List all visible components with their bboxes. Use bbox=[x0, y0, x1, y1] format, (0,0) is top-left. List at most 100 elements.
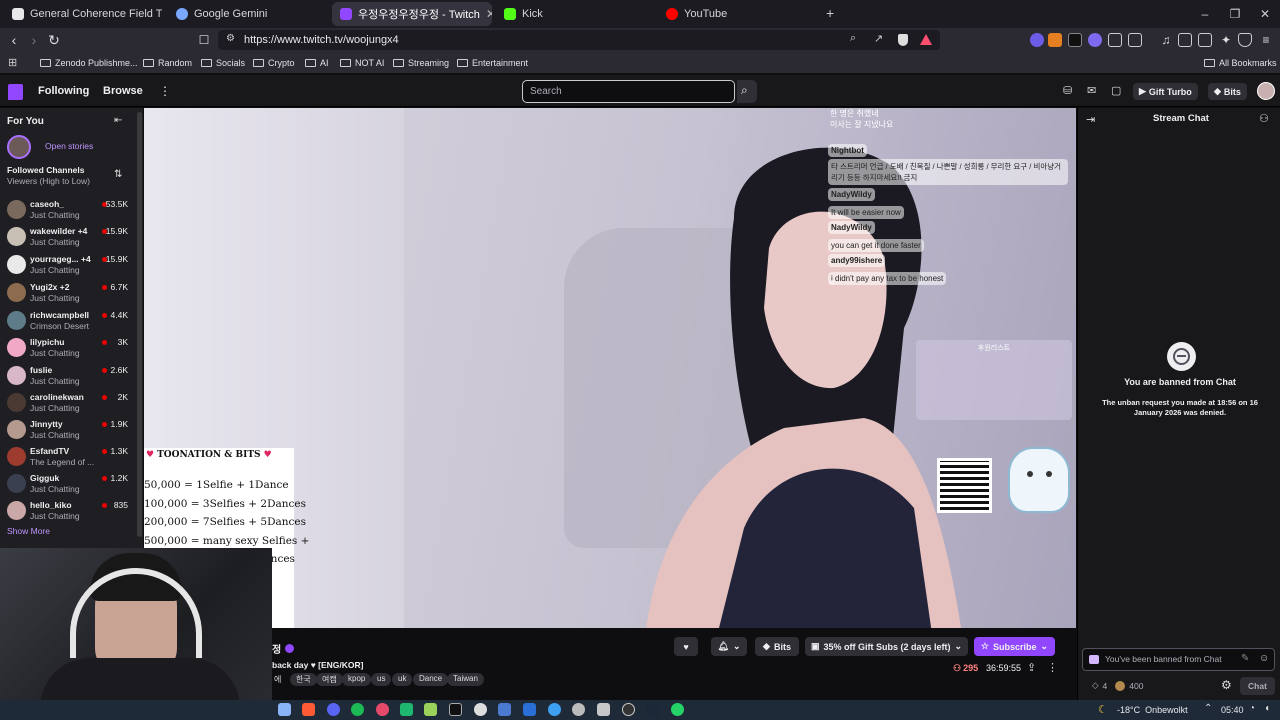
back-icon[interactable]: ‹ bbox=[4, 30, 24, 50]
channel-points[interactable]: ◇ 4 400 bbox=[1092, 680, 1143, 691]
search-button[interactable]: ⌕ bbox=[737, 80, 757, 103]
share-icon[interactable]: ⇪ bbox=[1027, 661, 1036, 674]
show-more-link[interactable]: Show More bbox=[7, 526, 50, 536]
community-icon[interactable]: ⚇ bbox=[1259, 112, 1269, 125]
sort-icon[interactable]: ⇅ bbox=[114, 169, 122, 180]
app-icon[interactable] bbox=[572, 703, 585, 716]
app-icon[interactable] bbox=[424, 703, 437, 716]
notifications-button[interactable]: 🔔︎ ⌄ bbox=[711, 637, 747, 656]
steam-icon[interactable] bbox=[646, 703, 659, 716]
twitch-logo-icon[interactable] bbox=[8, 84, 23, 100]
share-icon[interactable]: ↗ bbox=[874, 32, 883, 45]
search-input[interactable]: Search bbox=[522, 80, 735, 103]
tag[interactable]: 여캠 bbox=[316, 673, 343, 686]
leo-icon[interactable]: ✦ bbox=[1216, 30, 1236, 50]
tag[interactable]: Taiwan bbox=[447, 673, 484, 686]
tag[interactable]: us bbox=[371, 673, 392, 686]
tag[interactable]: 에 bbox=[272, 673, 283, 686]
wallet-icon[interactable] bbox=[1198, 33, 1212, 47]
browser-tab-twitch[interactable]: 우정우정우정우정 - Twitch ✕ bbox=[332, 2, 492, 26]
media-icon[interactable]: ♫ bbox=[1156, 30, 1176, 50]
nav-following[interactable]: Following bbox=[38, 85, 89, 97]
whispers-icon[interactable]: ▢ bbox=[1111, 84, 1121, 97]
bookmark-item[interactable]: Entertainment bbox=[457, 56, 528, 70]
sidebar-channel[interactable]: Gigguk Just Chatting 1.2K bbox=[0, 470, 143, 497]
network-icon[interactable]: ◔ bbox=[1249, 703, 1255, 714]
app-icon[interactable] bbox=[597, 703, 610, 716]
terminal-icon[interactable] bbox=[449, 703, 462, 716]
menu-icon[interactable]: ≡ bbox=[1256, 30, 1276, 50]
extension-icon[interactable] bbox=[1068, 33, 1082, 47]
sidebar-channel[interactable]: richwcampbell Crimson Desert 4.4K bbox=[0, 307, 143, 334]
bookmark-item[interactable]: AI bbox=[305, 56, 329, 70]
bookmark-item[interactable]: Socials bbox=[201, 56, 245, 70]
browser-tab-2[interactable]: Google Gemini bbox=[168, 2, 326, 26]
zoom-icon[interactable]: ⌕ bbox=[850, 32, 856, 45]
browser-tab-4[interactable]: Kick bbox=[496, 2, 654, 26]
collapse-sidebar-icon[interactable]: ⇤ bbox=[114, 115, 122, 126]
close-window-icon[interactable]: ✕ bbox=[1250, 4, 1280, 24]
close-tab-icon[interactable]: ✕ bbox=[486, 7, 492, 21]
get-bits-button[interactable]: ◆ Bits bbox=[1208, 83, 1247, 100]
discord-icon[interactable] bbox=[327, 703, 340, 716]
extension-icon[interactable] bbox=[1088, 33, 1102, 47]
sidebar-channel[interactable]: Jinnytty Just Chatting 1.9K bbox=[0, 416, 143, 443]
chat-settings-gear-icon[interactable]: ⚙ bbox=[1221, 678, 1232, 692]
file-explorer-icon[interactable] bbox=[278, 703, 291, 716]
sidebar-scrollbar[interactable] bbox=[137, 112, 142, 537]
extension-icon[interactable] bbox=[1048, 33, 1062, 47]
inbox-icon[interactable]: ✉ bbox=[1087, 84, 1096, 97]
gift-subs-button[interactable]: ▣ 35% off Gift Subs (2 days left) ⌄ bbox=[805, 637, 968, 656]
url-bar[interactable]: ⚙ https://www.twitch.tv/woojungx4 ⌕ ↗ bbox=[218, 30, 940, 50]
vpn-icon[interactable] bbox=[1238, 33, 1252, 47]
app-icon[interactable] bbox=[376, 703, 389, 716]
open-stories-link[interactable]: Open stories bbox=[45, 141, 93, 151]
whatsapp-icon[interactable] bbox=[671, 703, 684, 716]
bookmark-item[interactable]: Crypto bbox=[253, 56, 295, 70]
app-icon[interactable] bbox=[548, 703, 561, 716]
app-icon[interactable] bbox=[400, 703, 413, 716]
emote-icon[interactable]: ☺ bbox=[1259, 653, 1269, 664]
sidebar-channel[interactable]: wakewilder +4 Just Chatting 15.9K bbox=[0, 223, 143, 250]
apps-grid-icon[interactable]: ⊞ bbox=[8, 56, 17, 69]
browser-tab-5[interactable]: YouTube bbox=[658, 2, 818, 26]
sidebar-channel[interactable]: lilypichu Just Chatting 3K bbox=[0, 334, 143, 361]
bookmark-item[interactable]: Random bbox=[143, 56, 192, 70]
chat-input[interactable]: You've been banned from Chat ✎ ☺ bbox=[1082, 648, 1275, 671]
clock[interactable]: 05:40 bbox=[1221, 705, 1244, 715]
more-options-icon[interactable]: ⋮ bbox=[1047, 661, 1058, 674]
forward-icon[interactable]: › bbox=[24, 30, 44, 50]
bits-button[interactable]: ◆ Bits bbox=[755, 637, 799, 656]
user-avatar[interactable] bbox=[1257, 82, 1275, 100]
app-icon[interactable] bbox=[523, 703, 536, 716]
follow-button[interactable]: ♥ bbox=[674, 637, 698, 656]
collapse-chat-icon[interactable]: ⇥ bbox=[1086, 113, 1095, 126]
tag[interactable]: 한국 bbox=[290, 673, 317, 686]
site-settings-icon[interactable]: ⚙ bbox=[226, 33, 235, 44]
sidebar-channel[interactable]: Yugi2x +2 Just Chatting 6.7K bbox=[0, 279, 143, 306]
sidebar-channel[interactable]: caseoh_ Just Chatting 53.5K bbox=[0, 196, 143, 223]
app-icon[interactable] bbox=[474, 703, 487, 716]
subscribe-button[interactable]: ☆ Subscribe ⌄ bbox=[974, 637, 1055, 656]
app-icon[interactable] bbox=[622, 703, 635, 716]
channel-name-heading[interactable]: 정 bbox=[272, 641, 295, 656]
bookmark-page-icon[interactable]: ☐ bbox=[194, 30, 214, 50]
bookmark-item[interactable]: NOT AI bbox=[340, 56, 384, 70]
sidebar-icon[interactable] bbox=[1178, 33, 1192, 47]
brave-rewards-icon[interactable] bbox=[920, 34, 932, 45]
tray-chevron-icon[interactable]: ⌃ bbox=[1204, 703, 1212, 714]
speaker-icon[interactable]: ◖ bbox=[1264, 703, 1270, 714]
sidebar-channel[interactable]: yourrageg... +4 Just Chatting 15.9K bbox=[0, 251, 143, 278]
gift-turbo-button[interactable]: ▶ Gift Turbo bbox=[1133, 83, 1198, 100]
weather-text[interactable]: -18°C Onbewolkt bbox=[1117, 705, 1188, 715]
extension-icon[interactable] bbox=[1030, 33, 1044, 47]
sidebar-channel[interactable]: fuslie Just Chatting 2.6K bbox=[0, 362, 143, 389]
minimize-icon[interactable]: – bbox=[1190, 4, 1220, 24]
sidebar-channel[interactable]: carolinekwan Just Chatting 2K bbox=[0, 389, 143, 416]
reload-icon[interactable]: ↻ bbox=[44, 30, 64, 50]
tag[interactable]: Dance bbox=[413, 673, 449, 686]
extension-icon[interactable] bbox=[1108, 33, 1122, 47]
spotify-icon[interactable] bbox=[351, 703, 364, 716]
all-bookmarks[interactable]: All Bookmarks bbox=[1204, 56, 1277, 70]
app-icon[interactable] bbox=[498, 703, 511, 716]
